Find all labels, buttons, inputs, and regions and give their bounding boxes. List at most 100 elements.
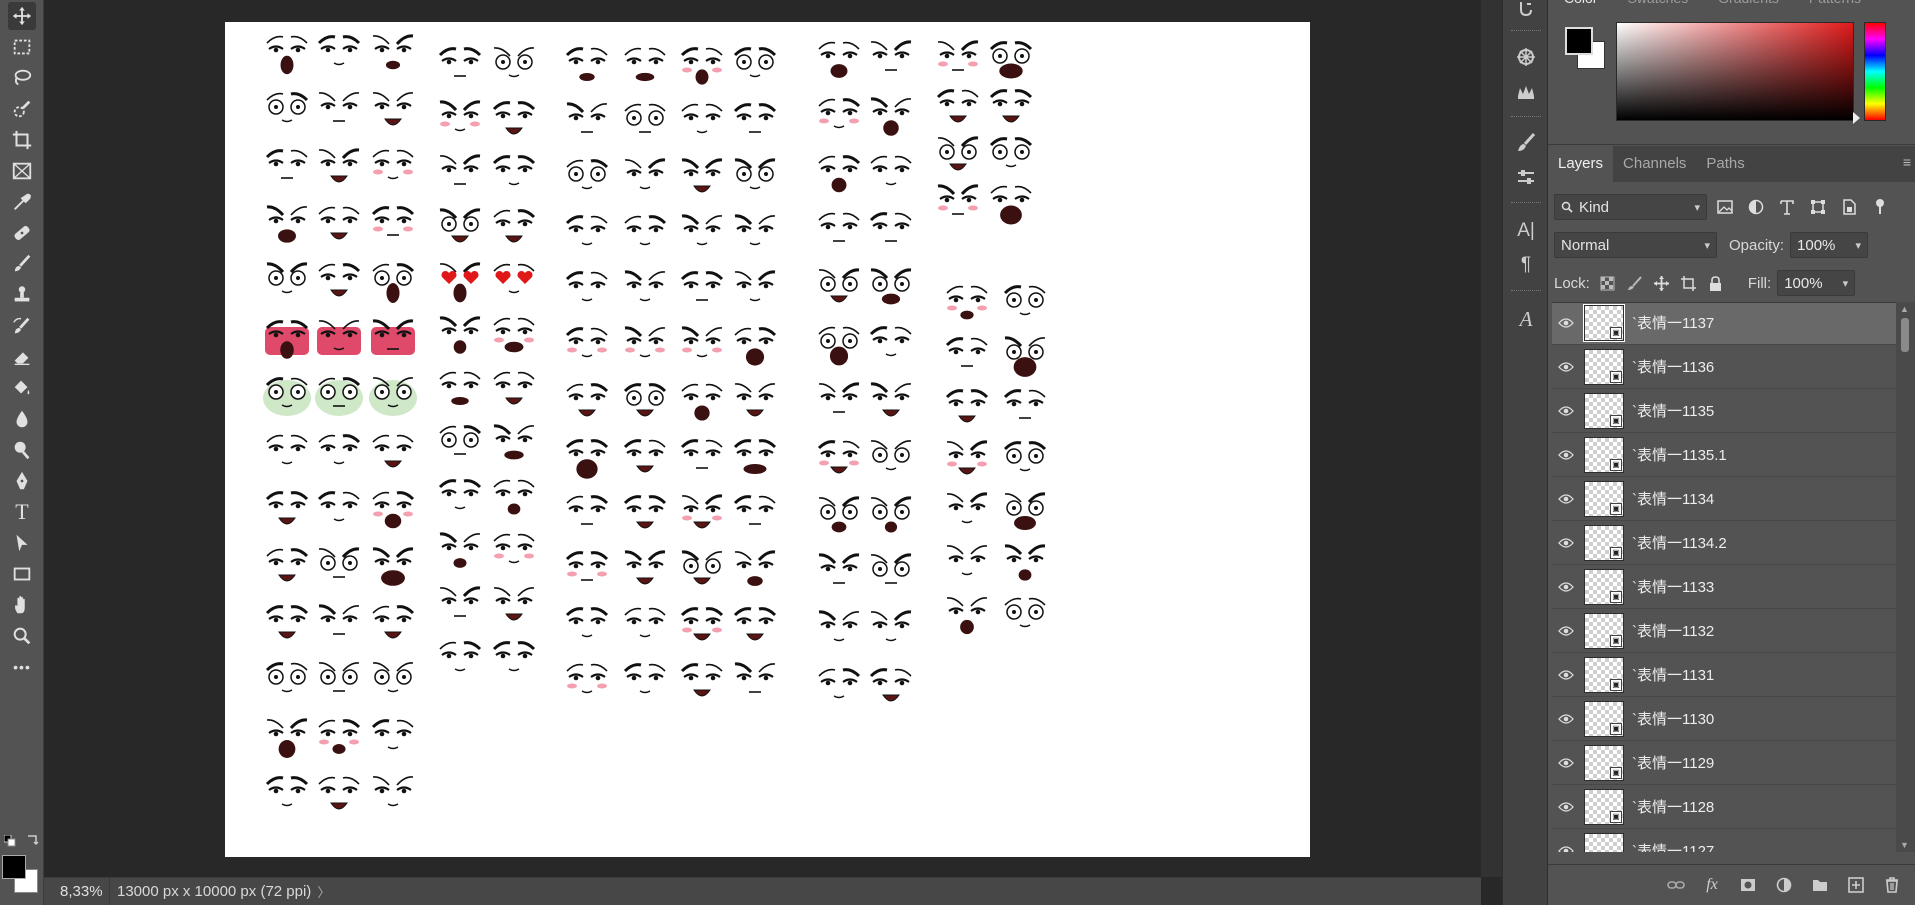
- layer-row[interactable]: ▣ `表情一1131: [1552, 653, 1896, 697]
- layer-name[interactable]: `表情一1127: [1632, 840, 1714, 852]
- lock-transparency-icon[interactable]: [1597, 272, 1619, 294]
- layer-style-fx-button[interactable]: fx: [1701, 874, 1723, 896]
- blend-mode-select[interactable]: Normal ▾: [1554, 232, 1717, 258]
- layer-thumbnail[interactable]: ▣: [1584, 524, 1624, 561]
- paragraph-panel-icon[interactable]: ¶: [1513, 252, 1539, 278]
- layer-thumbnail[interactable]: ▣: [1584, 788, 1624, 825]
- layer-name[interactable]: `表情一1130: [1632, 708, 1714, 729]
- paint-bucket-icon[interactable]: [8, 374, 36, 402]
- document-info[interactable]: 13000 px x 10000 px (72 ppi): [110, 883, 311, 900]
- layer-name[interactable]: `表情一1134: [1632, 488, 1714, 509]
- visibility-eye-icon[interactable]: [1552, 477, 1580, 521]
- add-mask-icon[interactable]: [1737, 874, 1759, 896]
- character-panel-icon[interactable]: A|: [1513, 218, 1539, 244]
- color-panel-foreground-swatch[interactable]: [1565, 27, 1593, 55]
- glyphs-panel-icon[interactable]: A: [1513, 306, 1539, 332]
- visibility-eye-icon[interactable]: [1552, 785, 1580, 829]
- layer-row[interactable]: ▣ `表情一1134.2: [1552, 521, 1896, 565]
- blur-icon[interactable]: [8, 405, 36, 433]
- tab-patterns[interactable]: Patterns: [1809, 0, 1861, 8]
- clone-stamp-icon[interactable]: [8, 281, 36, 309]
- visibility-eye-icon[interactable]: [1552, 303, 1580, 345]
- frame-icon[interactable]: [8, 157, 36, 185]
- new-layer-icon[interactable]: [1845, 874, 1867, 896]
- layer-row[interactable]: ▣ `表情一1127: [1552, 829, 1896, 852]
- quick-selection-icon[interactable]: [8, 95, 36, 123]
- more-tools-icon[interactable]: •••: [8, 653, 36, 681]
- eraser-icon[interactable]: [8, 343, 36, 371]
- fill-field[interactable]: 100% ▾: [1777, 270, 1856, 296]
- smart-object-filter-icon[interactable]: [1836, 194, 1862, 220]
- lock-position-icon[interactable]: [1651, 272, 1673, 294]
- layer-row[interactable]: ▣ `表情一1128: [1552, 785, 1896, 829]
- healing-brush-icon[interactable]: [8, 219, 36, 247]
- layer-name[interactable]: `表情一1136: [1632, 356, 1714, 377]
- layer-name[interactable]: `表情一1135.1: [1632, 444, 1727, 465]
- history-brush-icon[interactable]: [8, 312, 36, 340]
- layer-thumbnail[interactable]: ▣: [1584, 832, 1624, 852]
- layer-name[interactable]: `表情一1128: [1632, 796, 1714, 817]
- rectangle-icon[interactable]: [8, 560, 36, 588]
- layer-thumbnail[interactable]: ▣: [1584, 392, 1624, 429]
- pixel-filter-icon[interactable]: [1712, 194, 1738, 220]
- visibility-eye-icon[interactable]: [1552, 653, 1580, 697]
- layer-thumbnail[interactable]: ▣: [1583, 303, 1625, 342]
- hand-icon[interactable]: [8, 591, 36, 619]
- new-group-folder-icon[interactable]: [1809, 874, 1831, 896]
- crop-icon[interactable]: [8, 126, 36, 154]
- lock-pixels-icon[interactable]: [1624, 272, 1646, 294]
- visibility-eye-icon[interactable]: [1552, 741, 1580, 785]
- hue-slider[interactable]: [1864, 22, 1886, 121]
- history-panel-icon[interactable]: [1513, 0, 1539, 22]
- layer-thumbnail[interactable]: ▣: [1584, 700, 1624, 737]
- layer-row[interactable]: ▣ `表情一1132: [1552, 609, 1896, 653]
- color-picker-field[interactable]: [1616, 22, 1854, 121]
- zoom-level[interactable]: 8,33%: [44, 878, 110, 905]
- visibility-eye-icon[interactable]: [1552, 389, 1580, 433]
- document-canvas[interactable]: [225, 22, 1310, 857]
- zoom-icon[interactable]: [8, 622, 36, 650]
- scrollbar-thumb[interactable]: [1901, 318, 1909, 352]
- layer-thumbnail[interactable]: ▣: [1584, 348, 1624, 385]
- rectangular-marquee-icon[interactable]: [8, 33, 36, 61]
- move-tool-icon[interactable]: [8, 2, 36, 30]
- layer-name[interactable]: `表情一1129: [1632, 752, 1714, 773]
- layer-row[interactable]: ▣ `表情一1133: [1552, 565, 1896, 609]
- adjustment-layer-icon[interactable]: [1773, 874, 1795, 896]
- layer-thumbnail[interactable]: ▣: [1584, 744, 1624, 781]
- dodge-icon[interactable]: [8, 436, 36, 464]
- type-filter-icon[interactable]: [1774, 194, 1800, 220]
- visibility-eye-icon[interactable]: [1552, 521, 1580, 565]
- swap-colors-icon[interactable]: [26, 832, 40, 846]
- layer-row[interactable]: ▣ `表情一1135.1: [1552, 433, 1896, 477]
- filter-toggle-icon[interactable]: [1867, 194, 1893, 220]
- layer-thumbnail[interactable]: ▣: [1584, 568, 1624, 605]
- lock-artboard-icon[interactable]: [1678, 272, 1700, 294]
- tab-color[interactable]: Color: [1564, 0, 1597, 8]
- hue-slider-marker[interactable]: [1853, 112, 1860, 124]
- pen-icon[interactable]: [8, 467, 36, 495]
- delete-layer-trash-icon[interactable]: [1881, 874, 1903, 896]
- shape-filter-icon[interactable]: [1805, 194, 1831, 220]
- properties-panel-icon[interactable]: [1513, 164, 1539, 190]
- tab-layers[interactable]: Layers: [1548, 146, 1614, 182]
- layer-name[interactable]: `表情一1133: [1632, 576, 1714, 597]
- visibility-eye-icon[interactable]: [1552, 345, 1580, 389]
- tab-paths[interactable]: Paths: [1696, 146, 1754, 182]
- adjustment-filter-icon[interactable]: [1743, 194, 1769, 220]
- layer-thumbnail[interactable]: ▣: [1584, 436, 1624, 473]
- path-selection-icon[interactable]: [8, 529, 36, 557]
- foreground-color-swatch[interactable]: [2, 855, 26, 879]
- visibility-eye-icon[interactable]: [1552, 433, 1580, 477]
- layer-name[interactable]: `表情一1131: [1632, 664, 1714, 685]
- visibility-eye-icon[interactable]: [1552, 697, 1580, 741]
- layer-row[interactable]: ▣ `表情一1136: [1552, 345, 1896, 389]
- tab-channels[interactable]: Channels: [1613, 146, 1696, 182]
- eyedropper-icon[interactable]: [8, 188, 36, 216]
- layer-list-scrollbar[interactable]: ▲ ▼: [1896, 302, 1915, 852]
- default-colors-icon[interactable]: [3, 834, 16, 847]
- adjustments-panel-icon[interactable]: [1513, 44, 1539, 70]
- libraries-panel-icon[interactable]: [1513, 78, 1539, 104]
- visibility-eye-icon[interactable]: [1552, 609, 1580, 653]
- document-info-arrow[interactable]: 〉: [317, 882, 330, 901]
